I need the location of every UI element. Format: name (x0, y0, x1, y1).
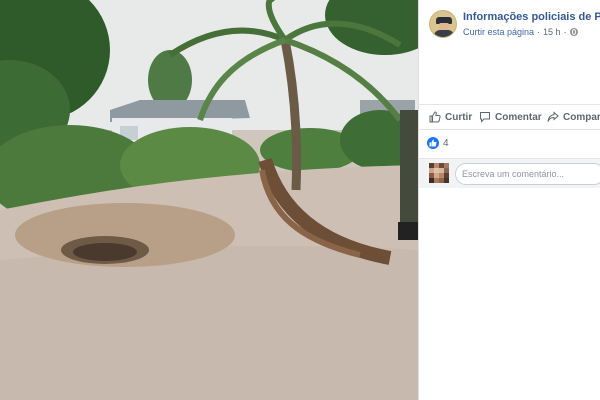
meta-separator: · (563, 27, 567, 37)
share-button-label: Compartilhar (563, 111, 600, 123)
post-timestamp[interactable]: 15 h (543, 27, 561, 37)
comment-composer: Escreva um comentário... (419, 158, 600, 188)
comment-button[interactable]: Comentar (479, 111, 542, 123)
globe-icon (569, 28, 578, 36)
like-page-link[interactable]: Curtir esta página (463, 27, 534, 37)
post-header: Informações policiais de Pojuca Curtir e… (429, 8, 600, 42)
share-icon (547, 111, 559, 122)
page-name-link[interactable]: Informações policiais de Pojuca (463, 11, 600, 23)
thumbs-up-icon (429, 111, 441, 123)
reactions-count: 4 (443, 137, 449, 149)
post-sidebar: Informações policiais de Pojuca Curtir e… (418, 0, 600, 400)
comment-icon (480, 112, 490, 123)
like-reaction-icon (427, 137, 439, 149)
page-avatar[interactable] (429, 10, 457, 38)
comment-input[interactable]: Escreva um comentário... (455, 163, 600, 185)
user-avatar (429, 163, 449, 183)
yard-photo-illustration (0, 0, 418, 400)
post-photo[interactable] (0, 0, 418, 400)
reactions-summary[interactable]: 4 (427, 137, 449, 149)
like-button[interactable]: Curtir (429, 111, 472, 123)
like-button-label: Curtir (445, 111, 473, 123)
post-actions-bar: Curtir Comentar Compartilhar (419, 104, 600, 130)
share-button[interactable]: Compartilhar (547, 111, 600, 123)
meta-separator: · (537, 27, 541, 37)
comment-button-label: Comentar (495, 111, 542, 123)
post-meta: Curtir esta página · 15 h · (463, 27, 578, 37)
